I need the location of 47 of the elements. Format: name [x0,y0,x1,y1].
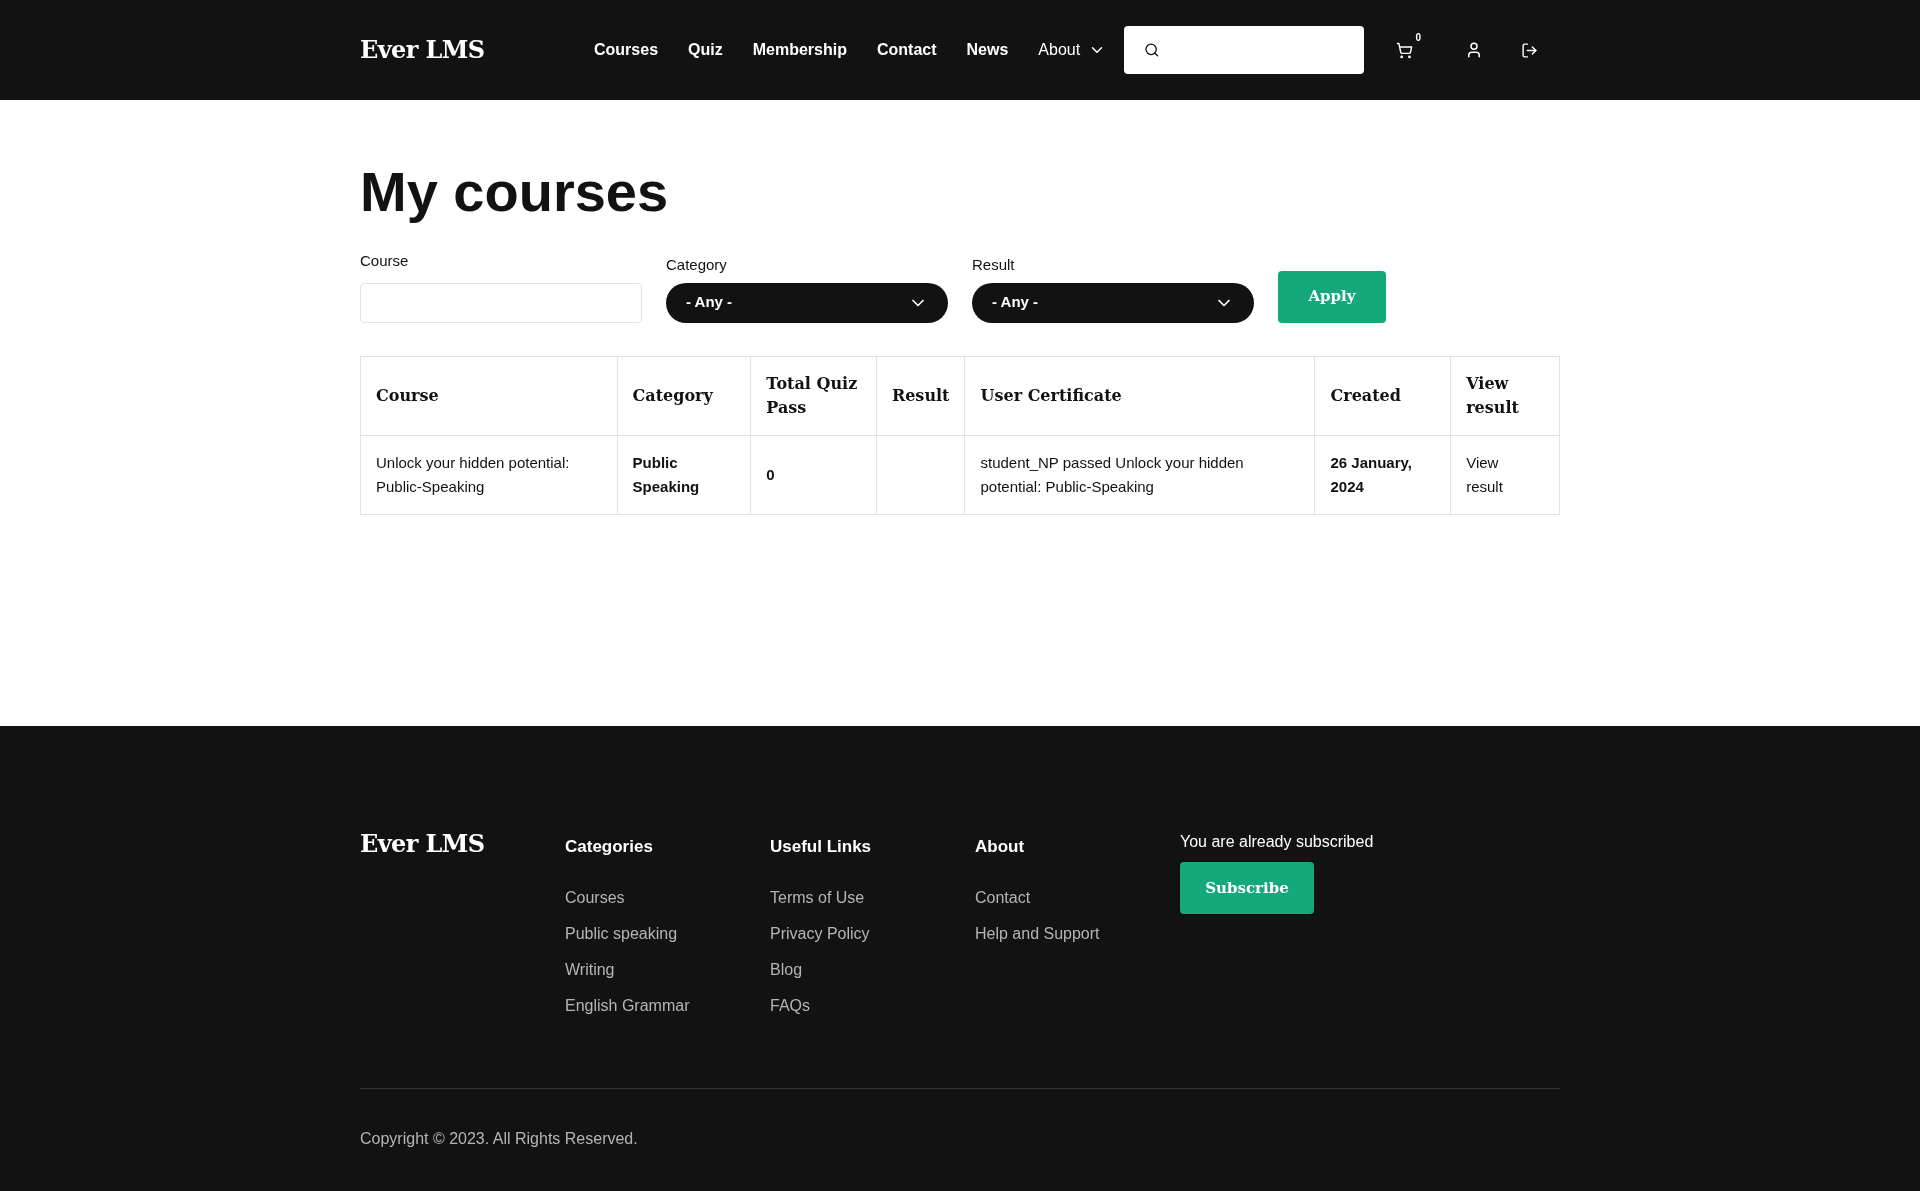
column-header: View result [1450,356,1560,435]
footer-link[interactable]: Contact [975,879,1180,916]
footer-link[interactable]: English Grammar [565,987,770,1024]
course-input[interactable] [360,282,642,323]
column-header: Result [876,356,965,435]
nav-link[interactable]: Contact [876,38,937,62]
nav-link[interactable]: News [966,38,1009,62]
column-header: Category [617,356,751,435]
filter-label: Result [972,255,1016,275]
cart-count: 0 [1415,30,1422,45]
footer-heading: About [975,836,1026,858]
column-header: Total Quiz Pass [750,356,877,435]
filter-label: Category [666,255,728,275]
footer-link[interactable]: Courses [565,879,770,916]
footer-link[interactable]: Writing [565,951,770,988]
nav-link[interactable]: Courses [594,38,659,62]
column-header: Created [1315,356,1451,435]
footer-heading: Categories [565,836,654,858]
select-field[interactable]: - Any - [666,282,948,323]
view-result-link[interactable]: View result [1450,435,1560,514]
footer-link[interactable]: Help and Support [975,915,1180,952]
select-field[interactable]: - Any - [972,282,1254,323]
footer-link[interactable]: Terms of Use [770,879,975,916]
nav-link[interactable]: About [1038,38,1107,62]
footer-link[interactable]: Privacy Policy [770,915,975,952]
nav-link[interactable]: Membership [752,38,847,62]
cart-icon [1396,41,1414,59]
table-cell: Unlock your hidden potential: Public-Speaking [360,435,618,514]
table-cell: 0 [750,435,877,514]
column-header: Course [360,356,618,435]
footer-heading: Useful Links [770,836,873,858]
filter-label: Course [360,251,410,271]
logo[interactable]: Ever LMS [360,32,590,68]
table-cell: Public Speaking [617,435,751,514]
footer-logo[interactable]: Ever LMS [360,826,565,1024]
column-header: User Certificate [965,356,1315,435]
table-cell: student_NP passed Unlock your hidden potential: Public-Speaking [965,435,1315,514]
search-icon [1144,41,1160,59]
footer-link[interactable]: Blog [770,951,975,988]
footer-link[interactable]: FAQs [770,987,975,1024]
copyright: Copyright © 2023. All Rights Reserved. [360,1129,639,1149]
logout-icon[interactable] [1521,41,1539,59]
search-field[interactable] [1124,26,1365,74]
subscribe-note: You are already subscribed [1180,832,1374,852]
footer-link[interactable]: Public speaking [565,915,770,952]
table-cell: 26 January, 2024 [1315,435,1451,514]
nav-link[interactable]: Quiz [688,38,723,62]
